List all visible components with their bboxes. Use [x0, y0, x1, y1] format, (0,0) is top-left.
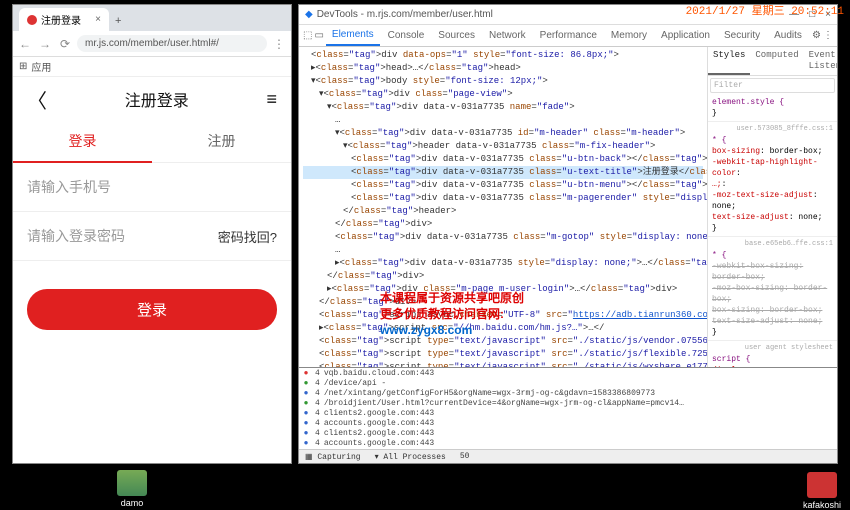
tab-title: 注册登录 — [41, 12, 81, 27]
tab-performance[interactable]: Performance — [534, 26, 603, 45]
icon-label: damo — [110, 498, 154, 508]
styles-pane[interactable]: Styles Computed Event Listeners Filter e… — [707, 47, 837, 369]
page-title: 注册登录 — [125, 87, 189, 111]
close-tab-icon[interactable]: × — [95, 14, 101, 25]
back-arrow-icon[interactable]: 〈 — [27, 85, 47, 114]
rule-selector: element.style { — [712, 97, 833, 108]
tab-elements[interactable]: Elements — [326, 25, 380, 46]
tab-network[interactable]: Network — [483, 26, 532, 45]
rule-source: user agent stylesheet — [712, 343, 833, 354]
devtools-title: DevTools - m.rjs.com/member/user.html — [317, 9, 493, 20]
settings-icon[interactable]: ⚙ — [812, 30, 821, 41]
device-icon[interactable]: ▭ — [314, 30, 323, 41]
forward-icon[interactable]: → — [37, 37, 53, 51]
password-field[interactable]: 请输入登录密码 密码找回? — [13, 212, 291, 261]
address-bar[interactable]: mr.js.com/member/user.html#/ — [77, 35, 267, 52]
capturing-label[interactable]: Capturing — [317, 453, 360, 462]
phone-placeholder: 请输入手机号 — [27, 177, 277, 197]
side-tab-computed[interactable]: Computed — [750, 47, 803, 75]
tab-sources[interactable]: Sources — [432, 26, 481, 45]
fiddler-panel: ●4vqb.baidu.cloud.com:443●4/device/api -… — [298, 367, 838, 464]
login-button[interactable]: 登录 — [27, 289, 277, 330]
tab-memory[interactable]: Memory — [605, 26, 653, 45]
side-tab-listeners[interactable]: Event Listeners — [804, 47, 837, 75]
chrome-menu-icon[interactable]: ⋮ — [271, 37, 287, 51]
desktop-icon-kafka[interactable]: kafakoshi — [800, 472, 844, 510]
mobile-header: 〈 注册登录 ≡ — [13, 77, 291, 121]
rule-source[interactable]: user.573085_8fffe.css:1 — [712, 124, 833, 135]
apps-label[interactable]: 应用 — [31, 59, 51, 74]
tab-login[interactable]: 登录 — [13, 121, 152, 163]
page-content: 〈 注册登录 ≡ 登录 注册 请输入手机号 请输入登录密码 密码找回? 登录 — [13, 77, 291, 463]
tab-console[interactable]: Console — [382, 26, 431, 45]
session-count: 50 — [460, 452, 470, 461]
chrome-window: 注册登录 × + ← → ⟳ mr.js.com/member/user.htm… — [12, 4, 292, 464]
tab-application[interactable]: Application — [655, 26, 716, 45]
more-icon[interactable]: ⋮ — [823, 30, 833, 41]
new-tab-button[interactable]: + — [109, 11, 127, 31]
fiddler-statusbar: ▦ Capturing ▾ All Processes 50 — [299, 449, 837, 463]
rule-selector: script { — [712, 354, 833, 365]
reload-icon[interactable]: ⟳ — [57, 37, 73, 51]
watermark-line2: 更多优质教程访问官网: — [380, 306, 524, 322]
chrome-toolbar: ← → ⟳ mr.js.com/member/user.html#/ ⋮ — [13, 31, 291, 57]
watermark-overlay: 本课程属于资源共享吧原创 更多优质教程访问官网: www.zygx8.com — [380, 290, 524, 338]
app-icon — [807, 472, 837, 498]
screen-timestamp: 2021/1/27 星期三 20:52:11 — [686, 2, 844, 18]
auth-tabs: 登录 注册 — [13, 121, 291, 163]
folder-icon — [117, 470, 147, 496]
chrome-tabstrip: 注册登录 × + — [13, 5, 291, 31]
desktop-icon-demo[interactable]: damo — [110, 470, 154, 508]
chrome-tab[interactable]: 注册登录 × — [19, 8, 109, 31]
forgot-password-link[interactable]: 密码找回? — [218, 227, 277, 246]
back-icon[interactable]: ← — [17, 37, 33, 51]
process-filter[interactable]: All Processes — [383, 453, 445, 462]
tab-security[interactable]: Security — [718, 26, 766, 45]
devtools-tabs: ⬚ ▭ Elements Console Sources Network Per… — [299, 25, 837, 47]
hamburger-icon[interactable]: ≡ — [266, 89, 277, 110]
apps-icon[interactable]: ⊞ — [19, 61, 27, 72]
phone-field[interactable]: 请输入手机号 — [13, 163, 291, 212]
devtools-app-icon: ◆ — [305, 9, 313, 20]
inspect-icon[interactable]: ⬚ — [303, 30, 312, 41]
side-tab-styles[interactable]: Styles — [708, 47, 750, 75]
password-placeholder: 请输入登录密码 — [27, 226, 218, 246]
tab-register[interactable]: 注册 — [152, 121, 291, 163]
watermark-url: www.zygx8.com — [380, 322, 524, 338]
styles-filter[interactable]: Filter — [710, 78, 835, 93]
watermark-line1: 本课程属于资源共享吧原创 — [380, 290, 524, 306]
favicon-icon — [27, 15, 37, 25]
session-list[interactable]: ●4vqb.baidu.cloud.com:443●4/device/api -… — [299, 368, 837, 449]
tab-audits[interactable]: Audits — [768, 26, 808, 45]
bookmarks-bar: ⊞ 应用 — [13, 57, 291, 77]
rule-source[interactable]: base.e65eb6…ffe.css:1 — [712, 239, 833, 250]
